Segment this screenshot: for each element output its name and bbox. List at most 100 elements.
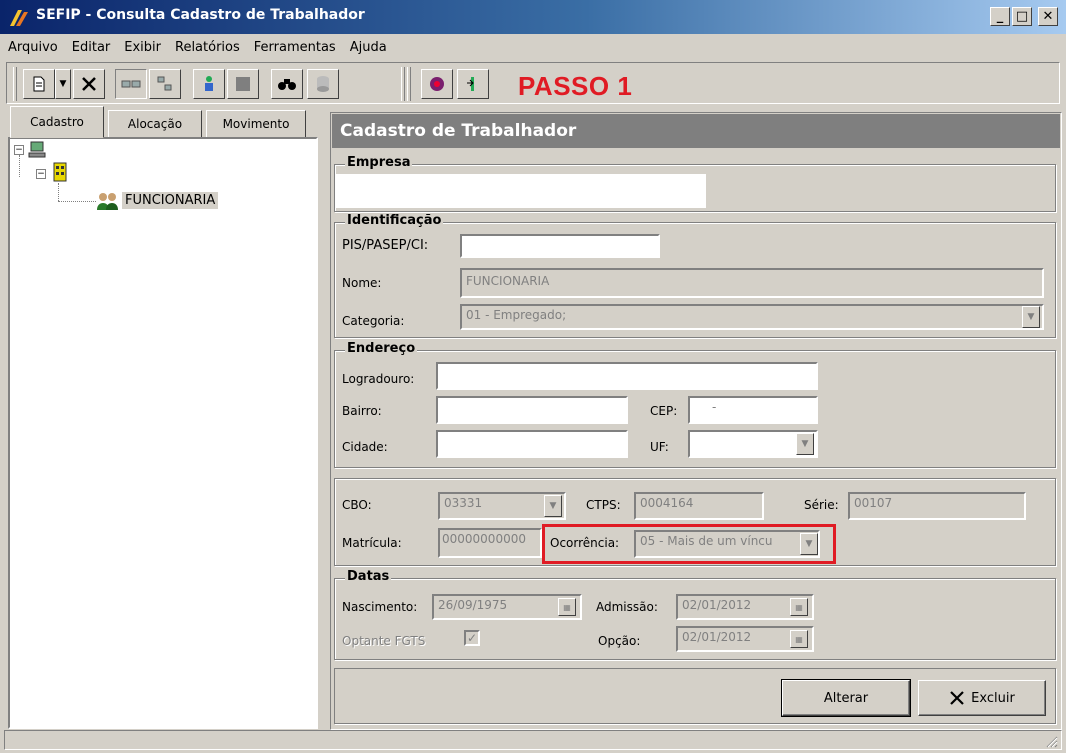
sefip-app-icon [10,10,28,26]
view-details-button[interactable] [149,69,181,99]
binoculars-icon [278,79,296,90]
categoria-select[interactable]: 01 - Empregado; [460,304,1044,330]
pis-label: PIS/PASEP/CI: [342,238,429,253]
ocorrencia-dropdown-button[interactable]: ▼ [800,533,818,555]
admissao-calendar-button[interactable]: ▦ [790,598,808,616]
chevron-down-icon: ▼ [59,79,67,89]
categoria-dropdown-button[interactable]: ▼ [1022,306,1040,328]
close-icon: ✕ [1042,9,1054,24]
calendar-icon: ▦ [563,602,571,612]
nascimento-calendar-button[interactable]: ▦ [558,598,576,616]
cbo-dropdown-button[interactable]: ▼ [544,495,562,517]
cep-label: CEP: [650,404,678,418]
minimize-button[interactable]: _ [990,7,1010,26]
optante-fgts-checkbox[interactable]: ✓ [464,630,480,646]
details-view-icon [157,76,172,91]
tree-item-funcionaria[interactable]: FUNCIONARIA [122,192,219,209]
group-endereco-title: Endereço [345,341,418,356]
categoria-label: Categoria: [342,314,405,328]
logradouro-input[interactable] [436,362,818,390]
ocorrencia-select[interactable]: 05 - Mais de um víncu [634,530,820,558]
panel-header: Cadastro de Trabalhador [332,114,1060,148]
optante-fgts-label: Optante FGTS [342,634,426,648]
pis-input[interactable] [460,234,660,258]
matricula-input[interactable]: 00000000000 [438,528,542,558]
status-bar [4,730,1062,750]
help-button[interactable] [421,69,453,99]
worker-icon [205,76,213,91]
bairro-label: Bairro: [342,404,382,418]
close-button[interactable]: ✕ [1038,7,1058,26]
menu-relatorios[interactable]: Relatórios [175,40,240,55]
chevron-down-icon: ▼ [805,539,813,549]
exit-button[interactable] [457,69,489,99]
menu-ajuda[interactable]: Ajuda [350,40,387,55]
menu-exibir[interactable]: Exibir [124,40,161,55]
matricula-label: Matrícula: [342,536,402,550]
database-icon [317,76,329,92]
search-button[interactable] [271,69,303,99]
toolbar-grip[interactable] [13,67,17,101]
group-empresa-title: Empresa [345,155,413,170]
ocorrencia-label: Ocorrência: [550,536,620,550]
serie-input[interactable]: 00107 [848,492,1026,520]
stop-button[interactable] [227,69,259,99]
delete-x-icon [950,691,964,705]
tree-line-3 [58,201,96,202]
cep-input[interactable]: - [688,396,818,424]
computer-icon [28,141,46,158]
nascimento-label: Nascimento: [342,600,418,614]
group-identificacao-title: Identificação [345,213,444,228]
cidade-input[interactable] [436,430,628,458]
view-list-button[interactable] [115,69,147,99]
bairro-input[interactable] [436,396,628,424]
delete-button[interactable] [73,69,105,99]
maximize-button[interactable]: □ [1012,7,1032,26]
opcao-label: Opção: [598,634,641,648]
tree-view[interactable]: − − FUNCIONARIA [8,137,318,729]
ctps-input[interactable]: 0004164 [634,492,764,520]
toolbar-grip-2[interactable] [401,67,405,101]
delete-x-icon [82,77,96,91]
uf-dropdown-button[interactable]: ▼ [796,433,814,455]
cbo-label: CBO: [342,498,372,512]
tree-collapse-company[interactable]: − [36,169,46,179]
window-title: SEFIP - Consulta Cadastro de Trabalhador [36,7,365,23]
logradouro-label: Logradouro: [342,372,415,386]
new-dropdown-button[interactable]: ▼ [55,69,71,99]
tree-line [19,155,20,177]
building-icon [53,162,67,182]
empresa-field[interactable] [336,174,706,208]
new-document-button[interactable] [23,69,55,99]
menu-bar: Arquivo Editar Exibir Relatórios Ferrame… [0,34,1066,60]
ctps-label: CTPS: [586,498,621,512]
excluir-button[interactable]: Excluir [918,680,1046,716]
opcao-calendar-button[interactable]: ▦ [790,630,808,648]
menu-editar[interactable]: Editar [72,40,111,55]
calendar-icon: ▦ [795,634,803,644]
database-button[interactable] [307,69,339,99]
step-annotation: PASSO 1 [518,71,633,101]
nome-input[interactable]: FUNCIONARIA [460,268,1044,298]
alterar-button[interactable]: Alterar [782,680,910,716]
tab-cadastro[interactable]: Cadastro [10,106,104,138]
tab-movimento[interactable]: Movimento [206,110,306,138]
minimize-icon: _ [996,9,1004,24]
calendar-icon: ▦ [795,602,803,612]
alterar-button-label: Alterar [823,690,869,706]
tree-collapse-root[interactable]: − [14,145,24,155]
chevron-down-icon: ▼ [549,501,557,511]
cidade-label: Cidade: [342,440,388,454]
checkmark-icon: ✓ [466,631,478,645]
group-datas-title: Datas [345,569,392,584]
toolbar-grip-3[interactable] [407,67,411,101]
admissao-label: Admissão: [596,600,658,614]
tab-alocacao[interactable]: Alocação [108,110,202,138]
menu-arquivo[interactable]: Arquivo [8,40,58,55]
stop-square-icon [236,77,250,91]
nome-label: Nome: [342,276,382,290]
menu-ferramentas[interactable]: Ferramentas [254,40,336,55]
resize-grip-icon[interactable] [1042,732,1058,748]
uf-label: UF: [650,440,669,454]
person-tool-button[interactable] [193,69,225,99]
